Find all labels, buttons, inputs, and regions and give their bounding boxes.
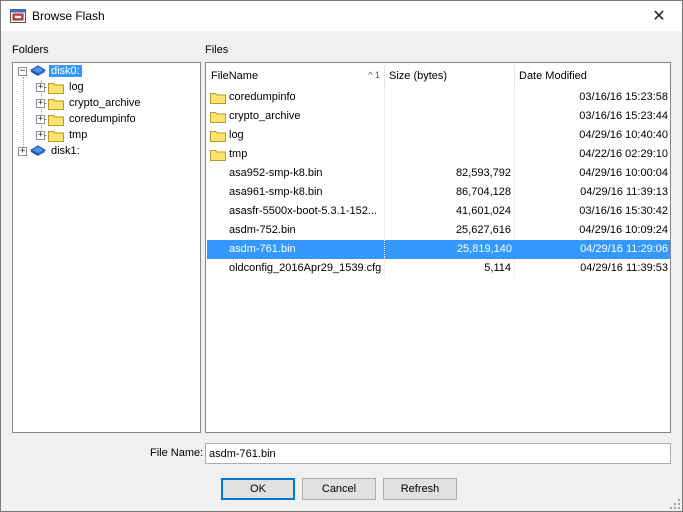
folder-icon	[210, 150, 226, 161]
file-date: 04/29/16 11:29:06	[580, 243, 668, 255]
files-label: Files	[205, 44, 229, 56]
window-title: Browse Flash	[32, 9, 105, 23]
file-name: log	[229, 129, 244, 141]
tree-node-label: log	[69, 81, 84, 93]
file-date: 04/29/16 10:09:24	[579, 224, 668, 236]
column-header-date-modified[interactable]: Date Modified	[515, 65, 670, 88]
folder-icon	[210, 112, 226, 123]
tree-node-label: disk0:	[49, 65, 82, 77]
files-list[interactable]: FileName ^ 1 Size (bytes) Date Modified …	[205, 62, 671, 433]
file-row[interactable]: crypto_archive 03/16/16 15:23:44	[207, 107, 670, 126]
file-name: asa961-smp-k8.bin	[229, 186, 323, 198]
file-name: oldconfig_2016Apr29_1539.cfg	[229, 262, 382, 274]
sort-ascending-icon: ^ 1	[368, 70, 380, 80]
title-bar: Browse Flash ✕	[1, 1, 682, 31]
tree-node-label: coredumpinfo	[69, 113, 136, 125]
column-header-filename[interactable]: FileName ^ 1	[207, 65, 385, 88]
tree-node-coredumpinfo[interactable]: + coredumpinfo	[36, 111, 138, 127]
file-date: 04/29/16 10:00:04	[579, 167, 668, 179]
file-name: asasfr-5500x-boot-5.3.1-152...	[229, 205, 377, 217]
file-size: 25,627,616	[385, 221, 515, 240]
resize-grip-icon[interactable]	[670, 499, 680, 509]
file-size	[385, 126, 515, 145]
refresh-button[interactable]: Refresh	[383, 478, 457, 500]
folder-icon	[210, 131, 226, 142]
tree-node-tmp[interactable]: + tmp	[36, 127, 89, 143]
disk-icon	[30, 145, 46, 156]
file-name-label: File Name:	[150, 447, 204, 459]
file-name: tmp	[229, 148, 248, 160]
expand-icon[interactable]: +	[36, 130, 45, 140]
close-button[interactable]: ✕	[636, 1, 682, 31]
file-row[interactable]: asa961-smp-k8.bin 86,704,128 04/29/16 11…	[207, 183, 670, 202]
folders-tree[interactable]: − disk0: + log + crypto_archive + coredu…	[12, 62, 201, 433]
expand-icon[interactable]: +	[36, 82, 45, 92]
tree-node-label: disk1:	[51, 145, 80, 157]
folder-icon	[48, 82, 64, 94]
file-name: asa952-smp-k8.bin	[229, 167, 323, 179]
file-row[interactable]: asdm-752.bin 25,627,616 04/29/16 10:09:2…	[207, 221, 670, 240]
folders-label: Folders	[12, 44, 49, 56]
file-row[interactable]: oldconfig_2016Apr29_1539.cfg 5,114 04/29…	[207, 259, 670, 278]
file-name: asdm-761.bin	[229, 243, 296, 255]
column-header-size[interactable]: Size (bytes)	[385, 65, 515, 88]
file-size	[385, 88, 515, 107]
close-icon: ✕	[652, 8, 666, 25]
file-name-input[interactable]	[205, 443, 671, 464]
file-row[interactable]: log 04/29/16 10:40:40	[207, 126, 670, 145]
disk-icon	[30, 65, 46, 76]
expand-icon[interactable]: +	[36, 114, 45, 124]
file-name: asdm-752.bin	[229, 224, 296, 236]
file-row[interactable]: tmp 04/22/16 02:29:10	[207, 145, 670, 164]
file-date: 03/16/16 15:30:42	[579, 205, 668, 217]
collapse-icon[interactable]: −	[18, 66, 27, 76]
tree-node-label: crypto_archive	[69, 97, 141, 109]
tree-node-disk0[interactable]: − disk0:	[18, 63, 82, 79]
browse-flash-dialog: Browse Flash ✕ Folders Files − disk0: +	[0, 0, 683, 512]
file-date: 04/22/16 02:29:10	[579, 148, 668, 160]
expand-icon[interactable]: +	[36, 98, 45, 108]
file-date: 04/29/16 11:39:13	[580, 186, 668, 198]
file-date: 03/16/16 15:23:44	[579, 110, 668, 122]
file-date: 04/29/16 10:40:40	[579, 129, 668, 141]
file-size: 41,601,024	[385, 202, 515, 221]
file-size: 82,593,792	[385, 164, 515, 183]
file-size: 5,114	[385, 259, 515, 278]
tree-node-label: tmp	[69, 129, 88, 141]
file-size: 25,819,140	[456, 243, 512, 255]
folder-icon	[48, 98, 64, 110]
file-date: 03/16/16 15:23:58	[579, 91, 668, 103]
folder-icon	[48, 114, 64, 126]
file-row-selected[interactable]: asdm-761.bin 25,819,140 04/29/16 11:29:0…	[207, 240, 670, 259]
folder-icon	[210, 93, 226, 104]
file-size: 86,704,128	[385, 183, 515, 202]
file-row[interactable]: asa952-smp-k8.bin 82,593,792 04/29/16 10…	[207, 164, 670, 183]
tree-node-crypto-archive[interactable]: + crypto_archive	[36, 95, 143, 111]
file-size	[385, 107, 515, 126]
file-size	[385, 145, 515, 164]
ok-button[interactable]: OK	[221, 478, 295, 500]
file-row[interactable]: asasfr-5500x-boot-5.3.1-152... 41,601,02…	[207, 202, 670, 221]
file-date: 04/29/16 11:39:53	[580, 262, 668, 274]
flash-browser-icon	[10, 9, 26, 23]
files-header: FileName ^ 1 Size (bytes) Date Modified	[207, 65, 670, 88]
cancel-button[interactable]: Cancel	[302, 478, 376, 500]
file-row[interactable]: coredumpinfo 03/16/16 15:23:58	[207, 88, 670, 107]
folder-icon	[48, 130, 64, 142]
file-name: crypto_archive	[229, 110, 301, 122]
file-name: coredumpinfo	[229, 91, 296, 103]
tree-node-disk1[interactable]: + disk1:	[18, 143, 82, 159]
tree-node-log[interactable]: + log	[36, 79, 86, 95]
expand-icon[interactable]: +	[18, 146, 27, 156]
